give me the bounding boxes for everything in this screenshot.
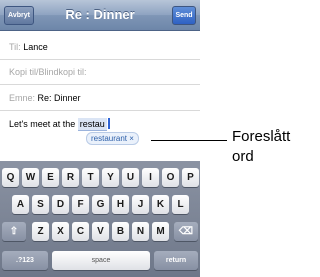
numbers-key[interactable]: .?123: [2, 251, 48, 270]
key-j[interactable]: J: [132, 195, 149, 214]
subject-label: Emne:: [9, 93, 36, 103]
key-q[interactable]: Q: [2, 168, 19, 187]
key-w[interactable]: W: [22, 168, 39, 187]
key-u[interactable]: U: [122, 168, 139, 187]
key-i[interactable]: I: [142, 168, 159, 187]
key-d[interactable]: D: [52, 195, 69, 214]
cc-bcc-label: Kopi til/Blindkopi til:: [9, 67, 87, 77]
callout-line-2: ord: [232, 148, 254, 165]
subject-value: Re: Dinner: [37, 93, 81, 103]
key-p[interactable]: P: [182, 168, 199, 187]
key-k[interactable]: K: [152, 195, 169, 214]
key-o[interactable]: O: [162, 168, 179, 187]
body-text: Let's meet at the: [9, 119, 76, 129]
navigation-bar: Avbryt Re : Dinner Send: [0, 0, 200, 31]
key-c[interactable]: C: [72, 222, 89, 241]
callout-line-1: Foreslått: [232, 128, 291, 145]
to-field[interactable]: Til: Lance: [0, 35, 200, 60]
key-b[interactable]: B: [112, 222, 129, 241]
to-field-row: Til: Lance: [9, 35, 48, 59]
text-cursor: [107, 118, 110, 129]
to-label: Til:: [9, 42, 21, 52]
keyboard: Q W E R T Y U I O P A S D F G H J K L ⇧ …: [0, 161, 200, 277]
key-e[interactable]: E: [42, 168, 59, 187]
callout-label: Foreslått ord: [232, 127, 290, 167]
message-body[interactable]: Let's meet at the restau: [9, 118, 110, 131]
key-r[interactable]: R: [62, 168, 79, 187]
iphone-mail-screen: Avbryt Re : Dinner Send Til: Lance Kopi …: [0, 0, 200, 277]
key-x[interactable]: X: [52, 222, 69, 241]
key-z[interactable]: Z: [32, 222, 49, 241]
suggestion-word: restaurant: [91, 134, 128, 143]
dismiss-suggestion-icon[interactable]: ×: [129, 134, 134, 143]
space-key[interactable]: space: [52, 251, 150, 270]
subject-field-row: Emne: Re: Dinner: [9, 86, 81, 110]
key-h[interactable]: H: [112, 195, 129, 214]
send-button[interactable]: Send: [172, 6, 196, 25]
key-l[interactable]: L: [172, 195, 189, 214]
shift-key[interactable]: ⇧: [2, 222, 26, 241]
return-key[interactable]: return: [154, 251, 198, 270]
to-value: Lance: [23, 42, 48, 52]
key-m[interactable]: M: [152, 222, 169, 241]
key-a[interactable]: A: [12, 195, 29, 214]
autocorrect-suggestion[interactable]: restaurant ×: [86, 132, 139, 145]
key-s[interactable]: S: [32, 195, 49, 214]
key-v[interactable]: V: [92, 222, 109, 241]
subject-field[interactable]: Emne: Re: Dinner: [0, 86, 200, 111]
nav-title: Re : Dinner: [65, 7, 135, 22]
key-t[interactable]: T: [82, 168, 99, 187]
typed-word: restau: [77, 118, 107, 131]
callout-leader-line: [151, 140, 227, 141]
key-y[interactable]: Y: [102, 168, 119, 187]
cc-bcc-field[interactable]: Kopi til/Blindkopi til:: [0, 60, 200, 85]
key-g[interactable]: G: [92, 195, 109, 214]
delete-key[interactable]: ⌫: [174, 222, 198, 241]
key-n[interactable]: N: [132, 222, 149, 241]
key-f[interactable]: F: [72, 195, 89, 214]
